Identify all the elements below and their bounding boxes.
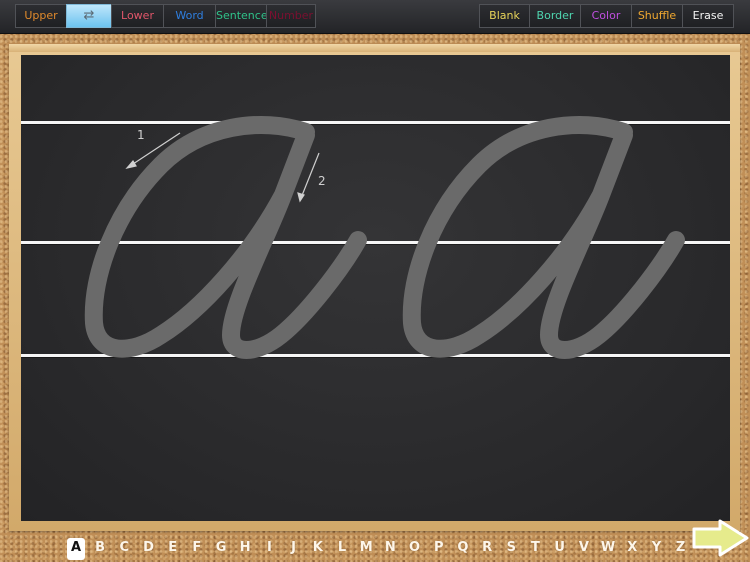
alphabet-letter-f[interactable]: F xyxy=(185,538,209,560)
alphabet-letter-p[interactable]: P xyxy=(427,538,451,560)
swap-arrows-icon: ⇄ xyxy=(83,8,95,23)
word-label: Word xyxy=(175,9,204,22)
erase-label: Erase xyxy=(692,9,724,22)
trace-letter-a-1 xyxy=(84,115,367,359)
number-label: Number xyxy=(268,9,314,22)
shuffle-button[interactable]: Shuffle xyxy=(631,4,683,28)
alphabet-letter-w[interactable]: W xyxy=(596,538,620,560)
shuffle-label: Shuffle xyxy=(637,9,677,22)
color-button[interactable]: Color xyxy=(580,4,632,28)
erase-button[interactable]: Erase xyxy=(682,4,734,28)
stroke-2-arrowhead xyxy=(297,192,305,203)
number-button[interactable]: Number xyxy=(266,4,316,28)
alphabet-letter-l[interactable]: L xyxy=(330,538,354,560)
stroke-number-2: 2 xyxy=(318,174,326,188)
alphabet-letter-y[interactable]: Y xyxy=(644,538,668,560)
upper-button[interactable]: Upper xyxy=(15,4,67,28)
board-options-button-group: Blank Border Color Shuffle Erase xyxy=(479,4,734,28)
mode-button-group: Upper ⇄ Lower Word Sentence Number xyxy=(15,4,316,28)
alphabet-letter-i[interactable]: I xyxy=(257,538,281,560)
alphabet-letter-d[interactable]: D xyxy=(136,538,160,560)
right-arrow-icon[interactable] xyxy=(690,519,750,557)
swap-case-button[interactable]: ⇄ xyxy=(66,4,112,28)
alphabet-letter-q[interactable]: Q xyxy=(451,538,475,560)
trace-layer xyxy=(84,115,685,359)
chalkboard[interactable]: 1 2 xyxy=(21,55,730,521)
stroke-1-arrowhead xyxy=(125,159,137,169)
stroke-number-1: 1 xyxy=(137,128,145,142)
frame-top-edge xyxy=(9,44,740,52)
alphabet-letter-k[interactable]: K xyxy=(306,538,330,560)
alphabet-letter-v[interactable]: V xyxy=(572,538,596,560)
alphabet-bar: ABCDEFGHIJKLMNOPQRSTUVWXYZ xyxy=(64,538,693,560)
alphabet-letter-n[interactable]: N xyxy=(378,538,402,560)
lower-label: Lower xyxy=(121,9,154,22)
lower-button[interactable]: Lower xyxy=(111,4,164,28)
upper-label: Upper xyxy=(24,9,58,22)
border-label: Border xyxy=(536,9,574,22)
blank-button[interactable]: Blank xyxy=(479,4,530,28)
alphabet-letter-s[interactable]: S xyxy=(499,538,523,560)
alphabet-letter-r[interactable]: R xyxy=(475,538,499,560)
alphabet-letter-e[interactable]: E xyxy=(161,538,185,560)
sentence-button[interactable]: Sentence xyxy=(215,4,268,28)
blank-label: Blank xyxy=(489,9,520,22)
border-button[interactable]: Border xyxy=(529,4,581,28)
alphabet-letter-u[interactable]: U xyxy=(548,538,572,560)
alphabet-letter-c[interactable]: C xyxy=(112,538,136,560)
alphabet-letter-j[interactable]: J xyxy=(282,538,306,560)
sentence-label: Sentence xyxy=(216,9,268,22)
alphabet-letter-h[interactable]: H xyxy=(233,538,257,560)
alphabet-letter-t[interactable]: T xyxy=(523,538,547,560)
color-label: Color xyxy=(591,9,621,22)
trace-letter-a-2 xyxy=(402,115,685,359)
alphabet-letter-g[interactable]: G xyxy=(209,538,233,560)
toolbar: Upper ⇄ Lower Word Sentence Number Blank… xyxy=(0,0,750,34)
alphabet-letter-x[interactable]: X xyxy=(620,538,644,560)
alphabet-letter-b[interactable]: B xyxy=(88,538,112,560)
alphabet-letter-o[interactable]: O xyxy=(402,538,426,560)
word-button[interactable]: Word xyxy=(163,4,216,28)
alphabet-letter-a[interactable]: A xyxy=(67,538,85,560)
alphabet-letter-m[interactable]: M xyxy=(354,538,378,560)
